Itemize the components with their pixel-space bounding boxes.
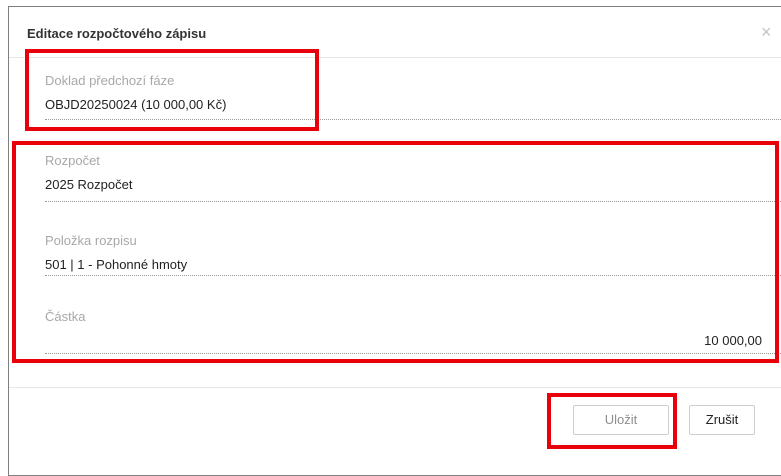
budget-item-label: Položka rozpisu: [45, 233, 137, 248]
prior-document-underline: [45, 119, 781, 120]
budget-field[interactable]: Rozpočet 2025 Rozpočet: [45, 153, 762, 193]
amount-label: Částka: [45, 309, 86, 324]
prior-document-field: Doklad předchozí fáze OBJD20250024 (10 0…: [45, 73, 762, 113]
budget-value[interactable]: 2025 Rozpočet: [45, 177, 762, 193]
prior-document-label: Doklad předchozí fáze: [45, 73, 175, 88]
footer-separator: [9, 387, 781, 388]
amount-field[interactable]: Částka 10 000,00: [45, 309, 762, 349]
budget-label: Rozpočet: [45, 153, 100, 168]
edit-budget-entry-dialog: Editace rozpočtového zápisu × Doklad pře…: [8, 6, 781, 476]
close-icon[interactable]: ×: [761, 22, 772, 43]
amount-value[interactable]: 10 000,00: [45, 333, 762, 349]
dialog-header: Editace rozpočtového zápisu ×: [9, 7, 781, 58]
budget-item-underline: [45, 275, 781, 276]
dialog-title: Editace rozpočtového zápisu: [27, 26, 207, 41]
budget-item-field[interactable]: Položka rozpisu 501 | 1 - Pohonné hmoty: [45, 233, 762, 273]
budget-underline: [45, 201, 781, 202]
prior-document-value: OBJD20250024 (10 000,00 Kč): [45, 97, 227, 112]
budget-item-value[interactable]: 501 | 1 - Pohonné hmoty: [45, 257, 762, 273]
save-button[interactable]: Uložit: [573, 405, 669, 435]
cancel-button[interactable]: Zrušit: [689, 405, 755, 435]
amount-underline: [45, 353, 781, 354]
